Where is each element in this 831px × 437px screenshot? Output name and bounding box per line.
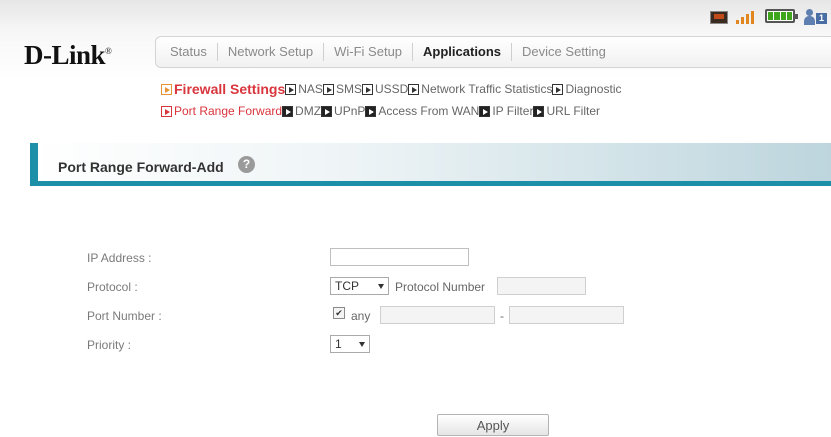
submenu-ip-filter[interactable]: IP Filter [479,104,533,118]
page-title: Port Range Forward-Add [58,159,224,175]
port-any-label: any [351,309,371,323]
submenu-diagnostic[interactable]: Diagnostic [552,82,621,96]
submenu-firewall-settings[interactable]: Firewall Settings [161,81,285,97]
tab-status[interactable]: Status [156,43,218,61]
submenu-row-items: Port Range Forward DMZ UPnP Access From WAN… [161,104,600,120]
sim-icon [710,11,728,24]
chevron-down-icon [359,342,365,347]
port-range-separator: - [500,309,504,323]
chevron-down-icon [378,284,384,289]
arrow-right-icon [552,83,564,95]
submenu-access-from-wan[interactable]: Access From WAN [365,104,479,118]
main-nav-tabs: Status Network Setup Wi-Fi Setup Applica… [155,36,831,68]
submenu-dmz[interactable]: DMZ [282,104,321,118]
protocol-label: Protocol : [87,280,138,294]
protocol-number-label: Protocol Number [395,280,486,294]
arrow-right-icon [321,105,333,117]
arrow-right-icon [361,83,373,95]
arrow-right-icon [282,105,294,117]
submenu-port-range-forward[interactable]: Port Range Forward [161,104,282,118]
ip-address-input[interactable] [330,248,469,266]
tab-wifi-setup[interactable]: Wi-Fi Setup [324,43,414,61]
submenu-upnp[interactable]: UPnP [321,104,365,118]
submenu-sms[interactable]: SMS [322,82,362,96]
arrow-right-icon [533,105,545,117]
port-from-input[interactable] [380,306,495,324]
battery-icon [765,9,798,23]
signal-icon [736,10,756,24]
tab-device-setting[interactable]: Device Setting [512,43,616,61]
arrow-right-icon [365,105,377,117]
protocol-number-input[interactable] [497,277,586,295]
submenu-network-traffic-statistics[interactable]: Network Traffic Statistics [408,82,552,96]
apply-button[interactable]: Apply [437,414,549,436]
tab-network-setup[interactable]: Network Setup [218,43,325,61]
dlink-logo: D-Link® [24,40,112,70]
submenu-ussd[interactable]: USSD [361,82,408,96]
port-any-checkbox[interactable]: ✔ [333,307,345,319]
submenu-row-sections: Firewall Settings NAS SMS USSD Network Traff… [161,81,621,98]
ip-address-label: IP Address : [87,251,152,265]
port-to-input[interactable] [509,306,624,324]
priority-select[interactable]: 1 [330,335,370,353]
submenu-url-filter[interactable]: URL Filter [533,104,600,118]
arrow-right-icon [408,83,420,95]
port-number-label: Port Number : [87,309,162,323]
submenu-nas[interactable]: NAS [285,82,323,96]
arrow-right-icon [161,83,172,95]
arrow-right-icon [161,105,172,117]
protocol-select[interactable]: TCP [330,277,389,295]
connected-users-count: 1 [816,13,827,24]
help-icon[interactable]: ? [238,156,255,173]
arrow-right-icon [322,83,334,95]
arrow-right-icon [479,105,491,117]
arrow-right-icon [285,83,297,95]
tab-applications[interactable]: Applications [413,43,513,61]
priority-label: Priority : [87,338,132,352]
user-icon: 1 [804,8,828,26]
